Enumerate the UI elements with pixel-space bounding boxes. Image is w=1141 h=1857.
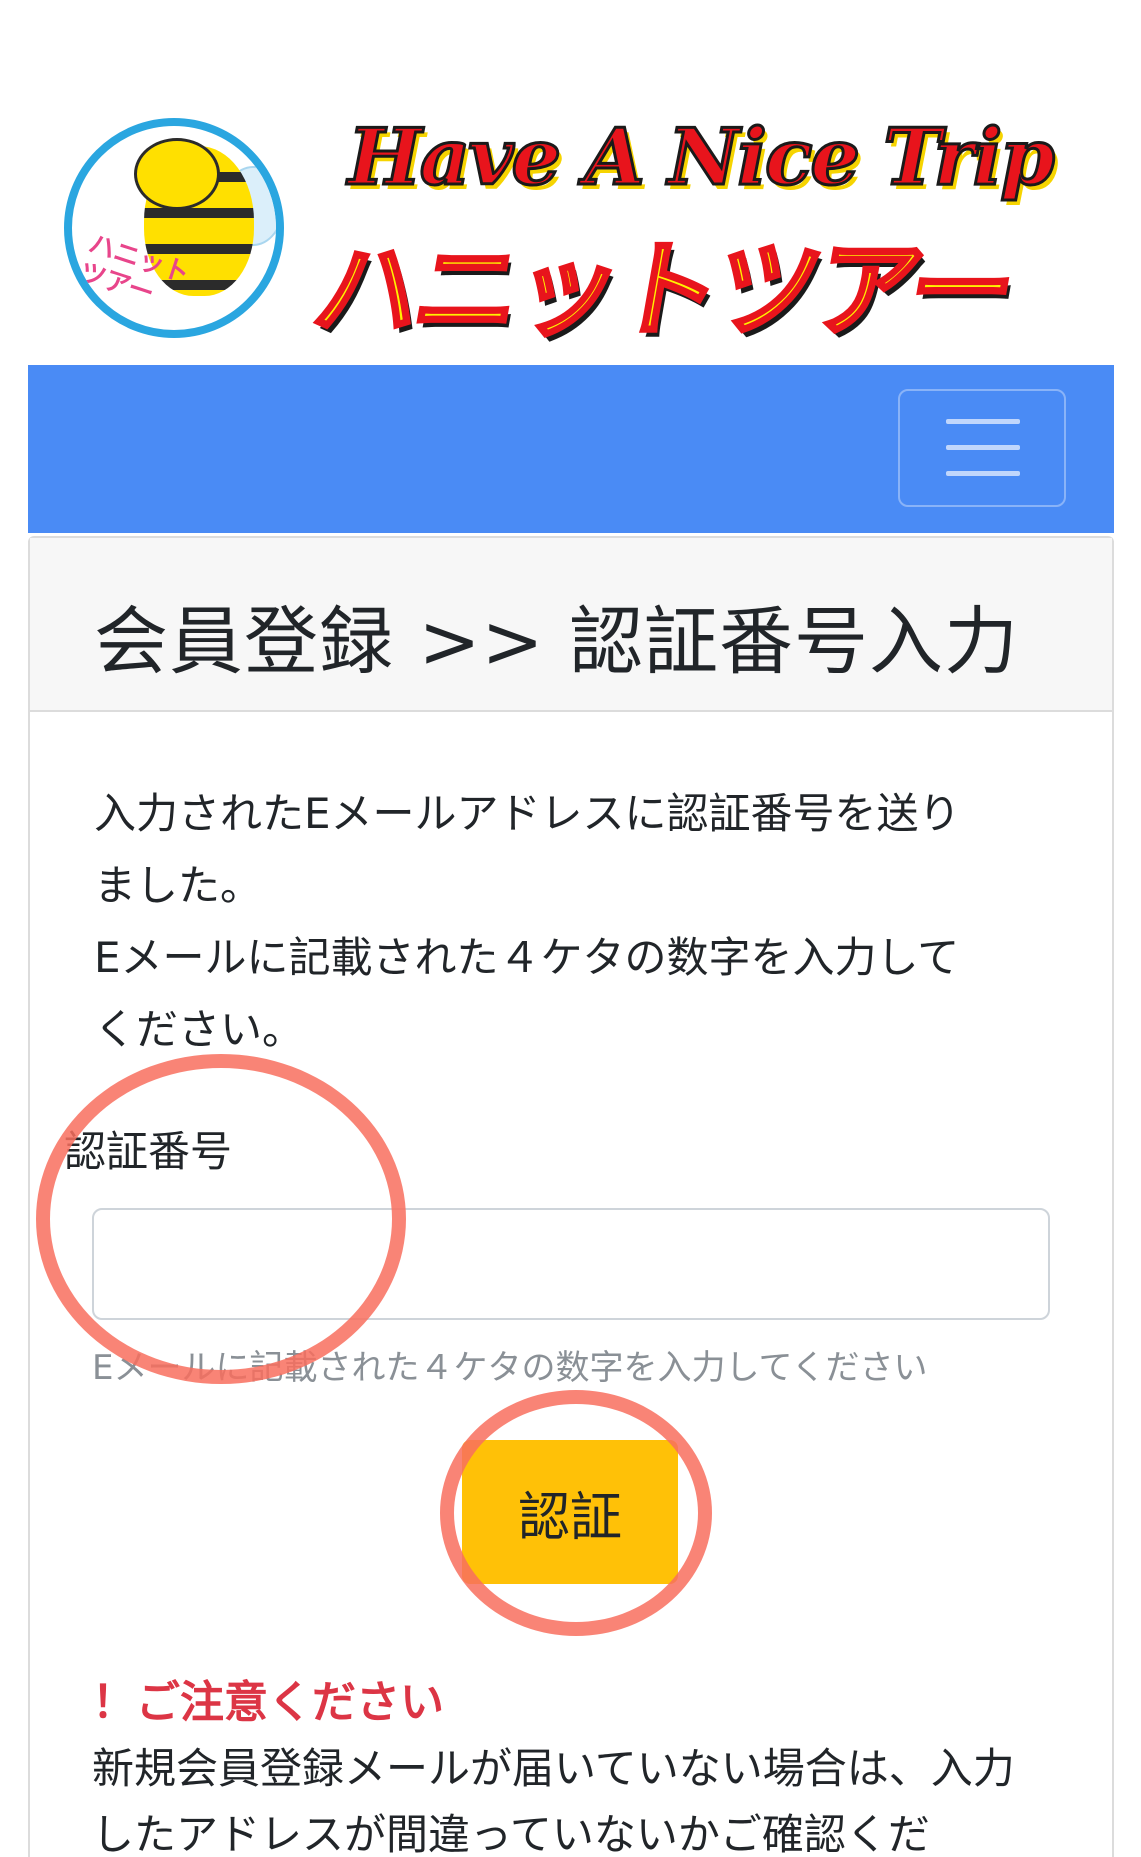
code-help-text: Eメールに記載された４ケタの数字を入力してください [92, 1348, 928, 1388]
hamburger-bar-middle [946, 445, 1020, 450]
bee-face [134, 138, 220, 210]
verify-button[interactable]: 認証 [462, 1440, 678, 1584]
card-header: 会員登録 >> 認証番号入力 [30, 538, 1112, 712]
logo-title-japanese[interactable]: ハニットツアー [304, 205, 1025, 356]
verification-code-input[interactable] [92, 1208, 1050, 1320]
site-header: ハニット ツアー Have A Nice Trip ハニットツアー [0, 0, 1141, 365]
page: ハニット ツアー Have A Nice Trip ハニットツアー 会員登録 >… [0, 0, 1141, 1857]
hamburger-bar-top [946, 419, 1020, 424]
verification-card: 会員登録 >> 認証番号入力 入力されたEメールアドレスに認証番号を送り ました… [28, 536, 1114, 1857]
navbar [28, 365, 1114, 533]
page-title: 会員登録 >> 認証番号入力 [94, 599, 1020, 685]
bee-mascot-logo[interactable]: ハニット ツアー [64, 118, 284, 338]
logo-title-english[interactable]: Have A Nice Trip [347, 111, 1057, 205]
code-field-label: 認証番号 [64, 1127, 233, 1176]
intro-text: 入力されたEメールアドレスに認証番号を送り ました。 Eメールに記載された４ケタ… [94, 789, 961, 1054]
hamburger-bar-bottom [946, 471, 1020, 476]
caution-title: ！ご注意ください [92, 1677, 444, 1728]
navbar-toggle-button[interactable] [898, 389, 1066, 507]
caution-text: 新規会員登録メールが届いていない場合は、入力したアドレスが間違っていないかご確認… [92, 1744, 1015, 1857]
